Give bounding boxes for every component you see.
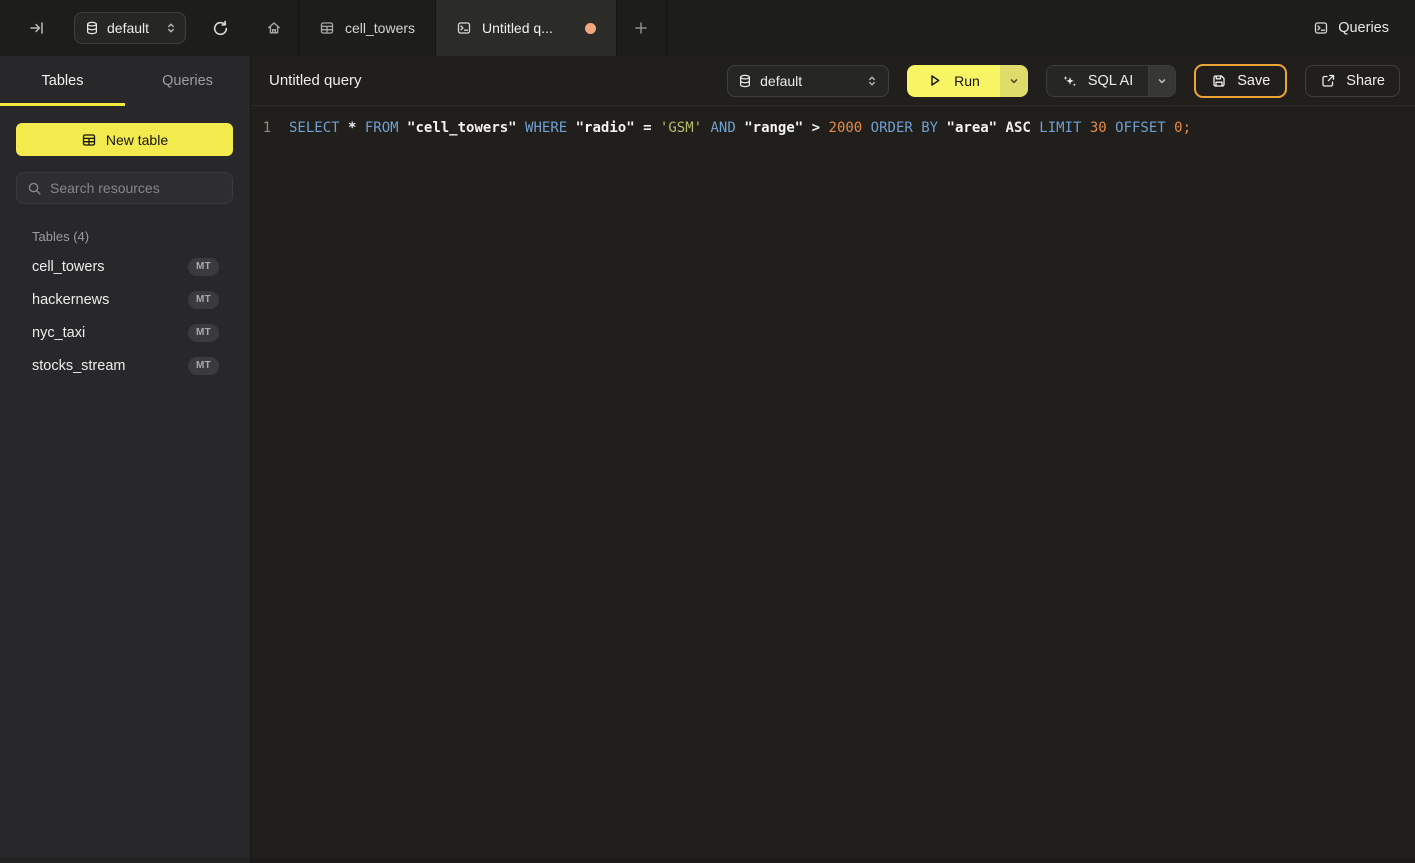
sparkles-icon	[1062, 73, 1078, 89]
topbar-left-section: default	[0, 0, 250, 56]
sidebar-tab-label: Queries	[162, 73, 213, 89]
query-toolbar: Untitled query default	[251, 56, 1415, 106]
sidebar-tab-label: Tables	[42, 73, 84, 89]
queries-button-label: Queries	[1338, 20, 1389, 36]
tab-cell-towers[interactable]: cell_towers	[299, 0, 436, 56]
table-engine-badge: MT	[188, 357, 219, 375]
sql-editor[interactable]: 1 SELECT * FROM "cell_towers" WHERE "rad…	[251, 106, 1415, 139]
collapse-sidebar-icon	[29, 20, 45, 36]
database-icon	[738, 74, 752, 88]
table-engine-badge: MT	[188, 258, 219, 276]
chevron-updown-icon	[866, 74, 878, 88]
chevron-down-icon	[1008, 75, 1020, 87]
search-icon	[27, 181, 42, 196]
sql-ai-label: SQL AI	[1088, 73, 1133, 89]
main-area: Untitled query default	[250, 56, 1415, 863]
table-icon	[319, 20, 335, 36]
sidebar: Tables Queries New table Tables (4) cell…	[0, 56, 250, 863]
console-icon	[1313, 20, 1329, 36]
sidebar-tab-tables[interactable]: Tables	[0, 56, 125, 106]
new-tab-button[interactable]	[617, 0, 667, 56]
table-engine-badge: MT	[188, 291, 219, 309]
query-database-value: default	[760, 73, 802, 89]
new-table-button[interactable]: New table	[16, 123, 233, 156]
table-name: nyc_taxi	[32, 325, 85, 341]
table-name: cell_towers	[32, 259, 105, 275]
search-input[interactable]	[50, 180, 231, 196]
sidebar-tab-queries[interactable]: Queries	[125, 56, 250, 106]
sidebar-tabs: Tables Queries	[0, 56, 250, 106]
collapse-sidebar-button[interactable]	[25, 16, 49, 40]
share-button[interactable]: Share	[1305, 65, 1400, 97]
search-box	[16, 172, 233, 204]
unsaved-changes-dot	[585, 23, 596, 34]
new-table-label: New table	[106, 132, 168, 148]
home-icon	[266, 20, 282, 36]
save-button[interactable]: Save	[1194, 64, 1287, 98]
tab-bar: cell_towers Untitled q...	[250, 0, 667, 56]
table-icon	[81, 132, 97, 148]
share-button-label: Share	[1346, 73, 1385, 89]
table-name: stocks_stream	[32, 358, 125, 374]
save-icon	[1211, 73, 1227, 89]
database-selector-value: default	[107, 20, 149, 36]
database-selector[interactable]: default	[74, 12, 186, 44]
chevron-down-icon	[1156, 75, 1168, 87]
tab-home[interactable]	[250, 0, 299, 56]
run-options-button[interactable]	[1000, 65, 1028, 97]
plus-icon	[633, 20, 649, 36]
table-row[interactable]: hackernews MT	[0, 283, 250, 316]
play-icon	[927, 73, 942, 88]
table-name: hackernews	[32, 292, 109, 308]
share-icon	[1320, 73, 1336, 89]
run-split-button: Run	[907, 65, 1028, 97]
console-icon	[456, 20, 472, 36]
table-row[interactable]: cell_towers MT	[0, 250, 250, 283]
save-button-label: Save	[1237, 73, 1270, 89]
queries-button[interactable]: Queries	[1313, 20, 1389, 36]
tab-label: Untitled q...	[482, 20, 553, 36]
query-title: Untitled query	[269, 72, 362, 89]
code-content: SELECT * FROM "cell_towers" WHERE "radio…	[289, 117, 1191, 139]
sql-ai-button[interactable]: SQL AI	[1047, 66, 1148, 96]
sql-ai-split-button: SQL AI	[1046, 65, 1176, 97]
run-button-label: Run	[954, 73, 980, 89]
top-bar: default	[0, 0, 1415, 56]
sql-ai-options-button[interactable]	[1148, 66, 1175, 96]
refresh-button[interactable]	[208, 16, 233, 41]
query-database-selector[interactable]: default	[727, 65, 889, 97]
topbar-right-section: Queries	[667, 0, 1415, 56]
chevron-updown-icon	[165, 21, 177, 35]
refresh-icon	[212, 20, 229, 37]
tab-untitled-query[interactable]: Untitled q...	[436, 0, 617, 56]
line-number: 1	[251, 117, 283, 139]
run-button[interactable]: Run	[907, 65, 1000, 97]
toolbar-actions: default Run	[702, 64, 1400, 98]
table-list: cell_towers MT hackernews MT nyc_taxi MT…	[0, 250, 250, 382]
table-row[interactable]: stocks_stream MT	[0, 349, 250, 382]
database-icon	[85, 21, 99, 35]
code-line: 1 SELECT * FROM "cell_towers" WHERE "rad…	[251, 117, 1415, 139]
tables-section-title: Tables (4)	[32, 229, 250, 244]
table-engine-badge: MT	[188, 324, 219, 342]
tab-label: cell_towers	[345, 20, 415, 36]
table-row[interactable]: nyc_taxi MT	[0, 316, 250, 349]
